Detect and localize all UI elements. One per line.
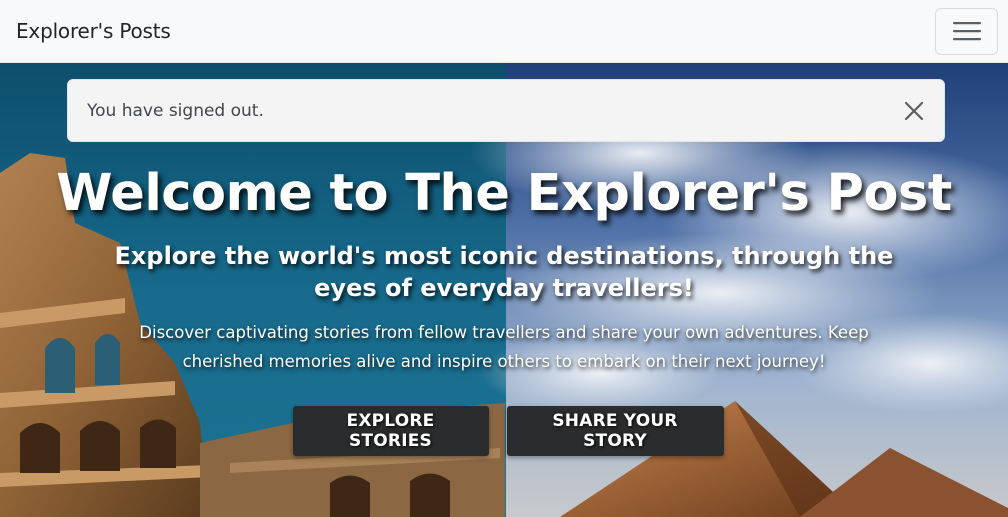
hero-content: Welcome to The Explorer's Post Explore t… <box>0 163 1008 457</box>
alert-close-button[interactable] <box>900 97 928 125</box>
hero-title: Welcome to The Explorer's Post <box>56 164 952 223</box>
hero-button-group: EXPLORE STORIES SHARE YOUR STORY <box>0 406 1008 457</box>
signed-out-alert: You have signed out. <box>67 79 945 142</box>
navbar: Explorer's Posts <box>0 0 1008 63</box>
hamburger-icon <box>952 22 981 41</box>
alert-message: You have signed out. <box>87 100 264 121</box>
hero-subtitle: Explore the world's most iconic destinat… <box>114 242 894 303</box>
navbar-brand[interactable]: Explorer's Posts <box>16 19 171 43</box>
share-your-story-button[interactable]: SHARE YOUR STORY <box>506 406 724 457</box>
navbar-toggler-button[interactable] <box>935 7 998 55</box>
close-icon <box>904 101 924 120</box>
hero-description: Discover captivating stories from fellow… <box>139 323 869 372</box>
hero-section: You have signed out. Welcome to The Expl… <box>0 63 1008 517</box>
explore-stories-button[interactable]: EXPLORE STORIES <box>292 406 489 457</box>
